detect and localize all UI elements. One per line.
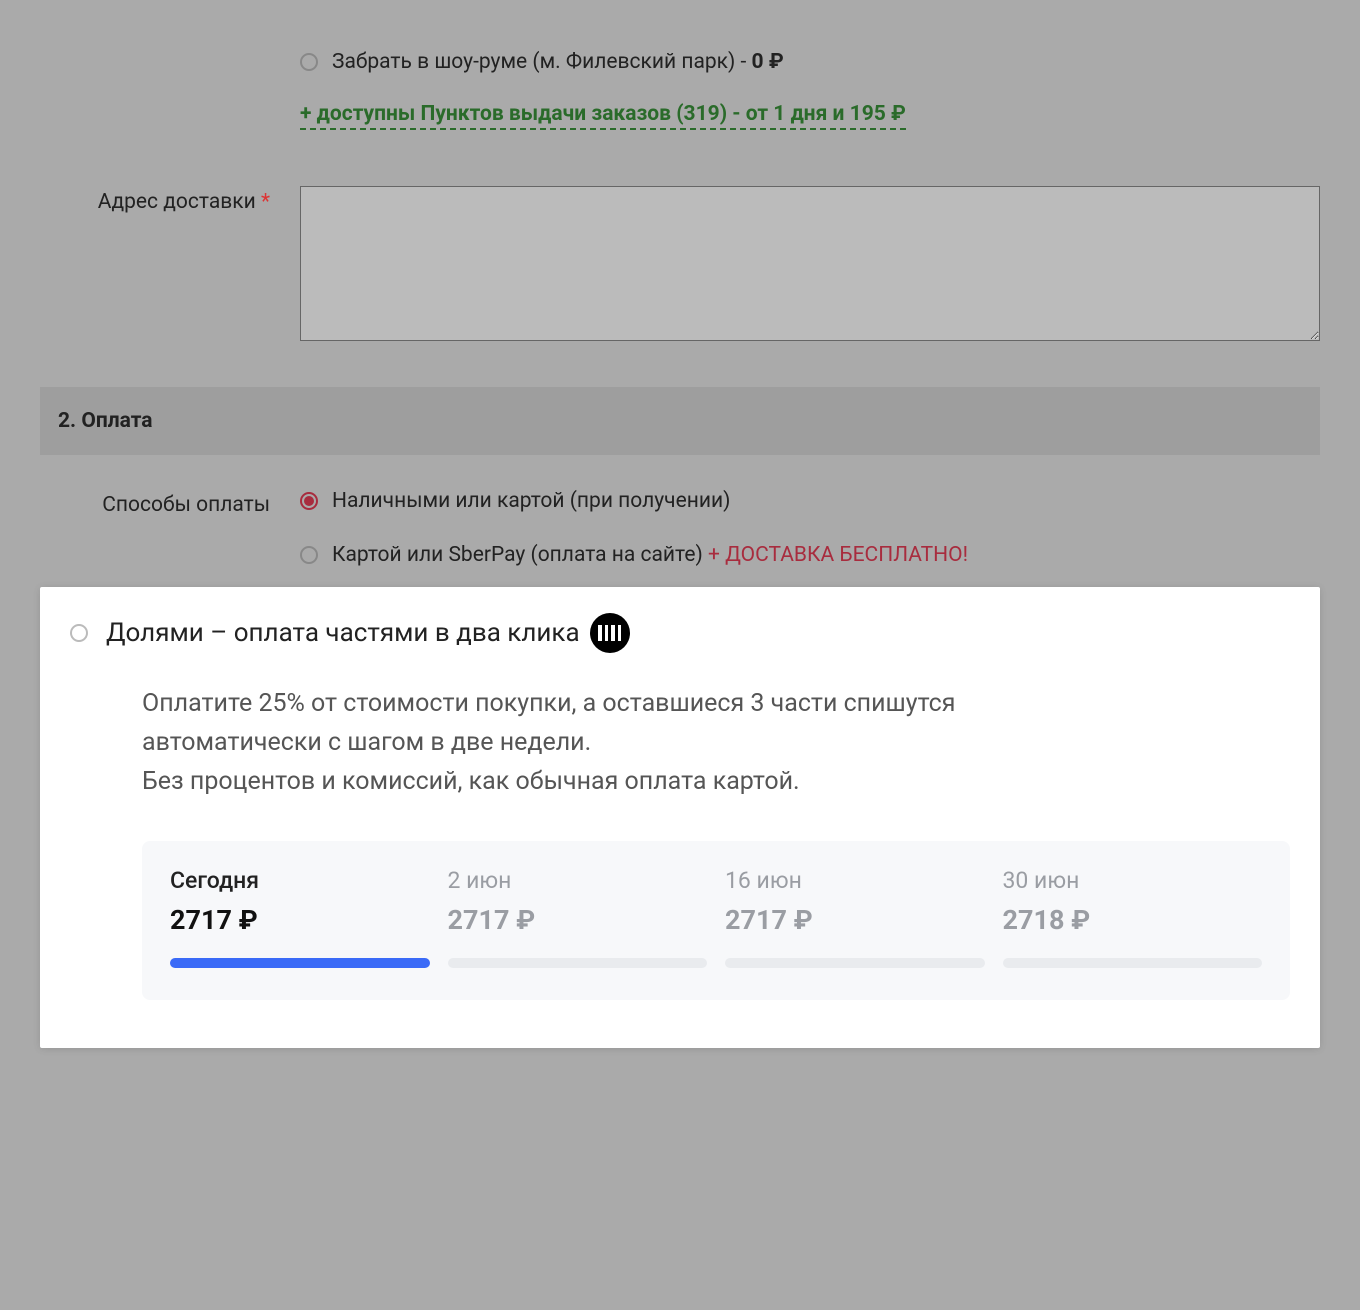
payment-option-dolyame-panel: Долями – оплата частями в два клика Опла… (40, 587, 1320, 1048)
payment-option-cash[interactable]: Наличными или картой (при получении) (300, 489, 1320, 513)
schedule-date: 2 июн (448, 867, 708, 894)
radio-icon (300, 492, 318, 510)
delivery-option-showroom[interactable]: Забрать в шоу-руме (м. Филевский парк) -… (300, 50, 1320, 74)
schedule-bar (1003, 958, 1263, 968)
payment-methods-label: Способы оплаты (40, 489, 300, 573)
schedule-date: 30 июн (1003, 867, 1263, 894)
showroom-label: Забрать в шоу-руме (м. Филевский парк) -… (332, 50, 784, 74)
cash-label: Наличными или картой (при получении) (332, 489, 730, 513)
pickup-points-link[interactable]: + доступны Пунктов выдачи заказов (319) … (300, 102, 906, 130)
schedule-bar (170, 958, 430, 968)
schedule-amount: 2717 ₽ (448, 904, 708, 936)
payment-option-dolyame[interactable]: Долями – оплата частями в два клика (70, 613, 1290, 653)
radio-icon (70, 624, 88, 642)
card-label: Картой или SberPay (оплата на сайте) + Д… (332, 543, 968, 567)
schedule-bar (725, 958, 985, 968)
dolyame-title: Долями – оплата частями в два клика (106, 618, 580, 648)
schedule-installment: 2 июн 2717 ₽ (448, 867, 708, 968)
schedule-installment: 30 июн 2718 ₽ (1003, 867, 1263, 968)
payment-option-card[interactable]: Картой или SberPay (оплата на сайте) + Д… (300, 543, 1320, 567)
schedule-date: Сегодня (170, 867, 430, 894)
radio-icon (300, 546, 318, 564)
address-label: Адрес доставки * (40, 186, 300, 347)
schedule-bar (448, 958, 708, 968)
schedule-amount: 2718 ₽ (1003, 904, 1263, 936)
schedule-installment: 16 июн 2717 ₽ (725, 867, 985, 968)
schedule-amount: 2717 ₽ (170, 904, 430, 936)
section-header-payment: 2. Оплата (40, 387, 1320, 455)
dolyame-logo-icon (590, 613, 630, 653)
schedule-date: 16 июн (725, 867, 985, 894)
address-input[interactable] (300, 186, 1320, 341)
schedule-amount: 2717 ₽ (725, 904, 985, 936)
dolyame-schedule: Сегодня 2717 ₽ 2 июн 2717 ₽ 16 июн 2717 … (142, 841, 1290, 1000)
schedule-installment: Сегодня 2717 ₽ (170, 867, 430, 968)
radio-icon (300, 53, 318, 71)
dolyame-description: Оплатите 25% от стоимости покупки, а ост… (142, 685, 1042, 801)
